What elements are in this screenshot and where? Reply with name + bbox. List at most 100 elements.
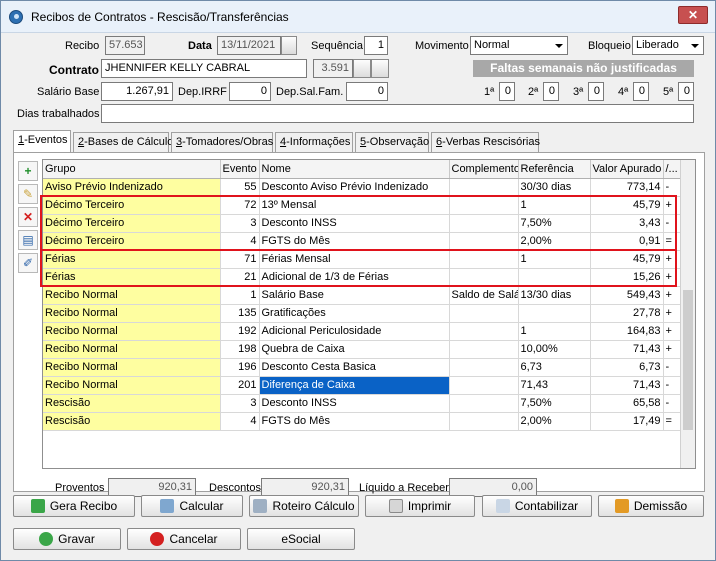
card-icon[interactable] [371, 59, 389, 78]
tab-observacao[interactable]: 5-Observação [355, 132, 429, 152]
cell-complemento[interactable] [449, 358, 519, 377]
cell-complemento[interactable] [449, 376, 519, 395]
cell-valor[interactable]: 71,43 [590, 340, 664, 359]
table-row[interactable]: Recibo Normal 201 Diferença de Caixa 71,43 7… [43, 376, 682, 395]
falta-3-field[interactable]: 0 [588, 82, 604, 101]
cell-sinal[interactable]: - [663, 178, 682, 197]
table-row[interactable]: Aviso Prévio Indenizado 55 Desconto Aviso … [43, 178, 682, 197]
table-row[interactable]: Recibo Normal 192 Adicional Periculosidade… [43, 322, 682, 341]
cell-valor[interactable]: 164,83 [590, 322, 664, 341]
cell-complemento[interactable] [449, 340, 519, 359]
cell-nome[interactable]: FGTS do Mês [259, 412, 450, 431]
cell-sinal[interactable]: + [663, 340, 682, 359]
roteiro-calculo-button[interactable]: Roteiro Cálculo [249, 495, 359, 517]
cell-referencia[interactable]: 71,43 [518, 376, 591, 395]
edit-icon[interactable]: ✎ [18, 184, 38, 204]
esocial-button[interactable]: eSocial [247, 528, 355, 550]
cell-complemento[interactable] [449, 178, 519, 197]
cell-referencia[interactable]: 2,00% [518, 412, 591, 431]
col-sinal[interactable]: /... [663, 160, 682, 179]
contrato-code-field[interactable]: 3.591 [313, 59, 353, 78]
cell-complemento[interactable]: Saldo de Salár [449, 286, 519, 305]
table-row[interactable]: Recibo Normal 198 Quebra de Caixa 10,00% 71,… [43, 340, 682, 359]
table-row[interactable]: Recibo Normal 135 Gratificações 27,78 + [43, 304, 682, 323]
cell-referencia[interactable]: 13/30 dias [518, 286, 591, 305]
cell-nome[interactable]: Salário Base [259, 286, 450, 305]
cell-valor[interactable]: 6,73 [590, 358, 664, 377]
cell-evento[interactable]: 135 [220, 304, 260, 323]
cell-sinal[interactable]: + [663, 304, 682, 323]
bloqueio-select[interactable]: Liberado [632, 36, 704, 55]
irrf-field[interactable]: 0 [229, 82, 271, 101]
cell-referencia[interactable]: 6,73 [518, 358, 591, 377]
tab-bases-calculo[interactable]: 2-Bases de Cálculo [73, 132, 173, 152]
cell-referencia[interactable]: 1 [518, 322, 591, 341]
cell-sinal[interactable]: = [663, 412, 682, 431]
demissao-button[interactable]: Demissão [598, 495, 704, 517]
cell-evento[interactable]: 196 [220, 358, 260, 377]
cell-referencia[interactable] [518, 304, 591, 323]
cell-referencia[interactable]: 7,50% [518, 394, 591, 413]
cell-grupo[interactable]: Recibo Normal [43, 376, 221, 395]
cell-grupo[interactable]: Rescisão [43, 394, 221, 413]
col-evento[interactable]: Evento [220, 160, 260, 179]
contrato-field[interactable]: JHENNIFER KELLY CABRAL [101, 59, 307, 78]
cell-nome[interactable]: Desconto INSS [259, 394, 450, 413]
calcular-button[interactable]: Calcular [141, 495, 243, 517]
cell-grupo[interactable]: Recibo Normal [43, 322, 221, 341]
cell-valor[interactable]: 17,49 [590, 412, 664, 431]
contabilizar-button[interactable]: Contabilizar [482, 495, 592, 517]
cell-grupo[interactable]: Recibo Normal [43, 358, 221, 377]
dias-field[interactable] [101, 104, 694, 123]
cell-sinal[interactable]: - [663, 394, 682, 413]
recibo-field[interactable]: 57.653 [105, 36, 145, 55]
table-row[interactable]: Rescisão 4 FGTS do Mês 2,00% 17,49 = [43, 412, 682, 431]
imprimir-button[interactable]: Imprimir [365, 495, 475, 517]
falta-1-field[interactable]: 0 [499, 82, 515, 101]
cell-evento[interactable]: 55 [220, 178, 260, 197]
cell-evento[interactable]: 201 [220, 376, 260, 395]
col-valor[interactable]: Valor Apurado [590, 160, 664, 179]
scroll-thumb[interactable] [683, 290, 693, 430]
gera-recibo-button[interactable]: Gera Recibo [13, 495, 135, 517]
cell-grupo[interactable]: Rescisão [43, 412, 221, 431]
table-row[interactable]: Rescisão 3 Desconto INSS 7,50% 65,58- [43, 394, 682, 413]
cell-valor[interactable]: 549,43 [590, 286, 664, 305]
add-icon[interactable]: + [18, 161, 38, 181]
close-button[interactable]: ✕ [678, 6, 708, 24]
cell-grupo[interactable]: Recibo Normal [43, 340, 221, 359]
cell-nome[interactable]: Desconto Aviso Prévio Indenizado [259, 178, 450, 197]
cell-complemento[interactable] [449, 412, 519, 431]
table-row[interactable]: Recibo Normal 196 Desconto Cesta Basica 6,7… [43, 358, 682, 377]
cell-grupo[interactable]: Aviso Prévio Indenizado [43, 178, 221, 197]
cell-nome[interactable]: Desconto Cesta Basica [259, 358, 450, 377]
cell-complemento[interactable] [449, 304, 519, 323]
cell-referencia[interactable]: 30/30 dias [518, 178, 591, 197]
col-grupo[interactable]: Grupo [43, 160, 221, 179]
col-nome[interactable]: Nome [259, 160, 450, 179]
tab-tomadores-obras[interactable]: 3-Tomadores/Obras [171, 132, 273, 152]
cell-grupo[interactable]: Recibo Normal [43, 286, 221, 305]
cell-complemento[interactable] [449, 394, 519, 413]
sequencia-field[interactable]: 1 [364, 36, 388, 55]
cell-grupo[interactable]: Recibo Normal [43, 304, 221, 323]
cell-nome[interactable]: Adicional Periculosidade [259, 322, 450, 341]
data-field[interactable]: 13/11/2021 [217, 36, 281, 55]
cell-referencia[interactable]: 10,00% [518, 340, 591, 359]
document-icon[interactable]: ▤ [18, 230, 38, 250]
cell-evento[interactable]: 192 [220, 322, 260, 341]
cell-valor[interactable]: 71,43 [590, 376, 664, 395]
cell-valor[interactable]: 65,58 [590, 394, 664, 413]
cell-evento[interactable]: 4 [220, 412, 260, 431]
tab-eventos[interactable]: 1-Eventos [13, 130, 71, 152]
gravar-button[interactable]: Gravar [13, 528, 121, 550]
cancelar-button[interactable]: Cancelar [127, 528, 241, 550]
col-complemento[interactable]: Complemento [449, 160, 519, 179]
falta-2-field[interactable]: 0 [543, 82, 559, 101]
cell-valor[interactable]: 27,78 [590, 304, 664, 323]
falta-4-field[interactable]: 0 [633, 82, 649, 101]
cell-nome[interactable]: Diferença de Caixa [259, 376, 450, 395]
cell-sinal[interactable]: - [663, 358, 682, 377]
movimento-select[interactable]: Normal [470, 36, 568, 55]
cell-evento[interactable]: 3 [220, 394, 260, 413]
